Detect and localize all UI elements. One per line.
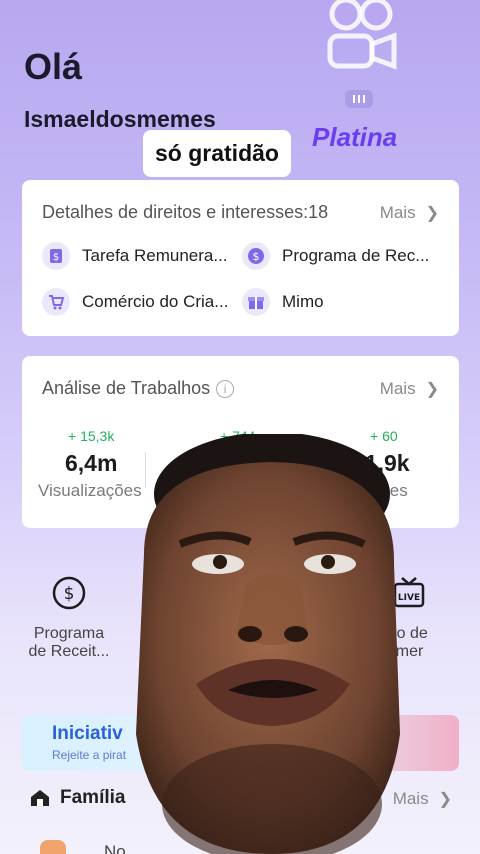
- rights-title: Detalhes de direitos e interesses:18: [42, 202, 329, 222]
- family-row[interactable]: Família: [30, 787, 125, 809]
- banner-subtitle: Rejeite a pirat: [52, 748, 127, 762]
- perk-item-creator-commerce[interactable]: Comércio do Cria...: [42, 288, 232, 316]
- perk-label: Tarefa Remunera...: [82, 246, 228, 265]
- perk-label: Mimo: [282, 292, 324, 311]
- dollar-coin-icon: $: [242, 242, 270, 270]
- svg-text:$: $: [64, 584, 75, 604]
- tool-label-line2: de Receit...: [28, 643, 110, 660]
- tier-emblem-icon: [327, 0, 397, 70]
- username: Ismaeldosmemes: [24, 106, 216, 132]
- perk-item-gift[interactable]: Mimo: [242, 288, 432, 316]
- cart-icon: [42, 288, 70, 316]
- family-label: Família: [60, 787, 126, 808]
- svg-text:$: $: [53, 252, 59, 263]
- bottom-item-icon: [40, 840, 66, 854]
- analysis-more-label: Mais: [379, 378, 416, 398]
- gift-icon: [242, 288, 270, 316]
- analysis-header[interactable]: Análise de Trabalhos i Mais ❯: [42, 378, 439, 399]
- dollar-circle-icon: $: [52, 576, 86, 610]
- chevron-right-icon: ❯: [425, 380, 439, 398]
- rights-card: Detalhes de direitos e interesses:18 Mai…: [22, 180, 459, 336]
- video-caption: só gratidão: [143, 130, 291, 177]
- banner-title: Iniciativ: [52, 723, 123, 744]
- webcam-person-overlay: [136, 434, 400, 854]
- analysis-more-link[interactable]: Mais ❯: [380, 379, 439, 399]
- perk-label: Comércio do Cria...: [82, 292, 229, 311]
- house-icon: [31, 790, 49, 806]
- tier-switch-icon[interactable]: [345, 90, 373, 108]
- analysis-title-wrap: Análise de Trabalhos i: [42, 378, 235, 399]
- rights-more-link[interactable]: Mais ❯: [380, 203, 439, 223]
- analysis-title: Análise de Trabalhos: [42, 378, 211, 398]
- rights-more-label: Mais: [379, 202, 416, 222]
- svg-text:$: $: [253, 250, 260, 263]
- perk-label: Programa de Rec...: [282, 246, 430, 265]
- bottom-item-label: No: [104, 842, 126, 854]
- greeting-text: Olá: [24, 46, 83, 87]
- info-icon[interactable]: i: [216, 380, 235, 399]
- dollar-badge-icon: $: [42, 242, 70, 270]
- tool-label-line1: Programa: [33, 625, 105, 642]
- tool-revenue-program[interactable]: $ Programa de Receit...: [14, 576, 124, 661]
- perk-item-paid-task[interactable]: $ Tarefa Remunera...: [42, 242, 232, 270]
- tier-label: Platina: [312, 122, 398, 152]
- perk-item-revenue-program[interactable]: $ Programa de Rec...: [242, 242, 432, 270]
- chevron-right-icon: ❯: [438, 791, 452, 808]
- chevron-right-icon: ❯: [425, 204, 439, 222]
- rights-header[interactable]: Detalhes de direitos e interesses:18 Mai…: [42, 202, 439, 223]
